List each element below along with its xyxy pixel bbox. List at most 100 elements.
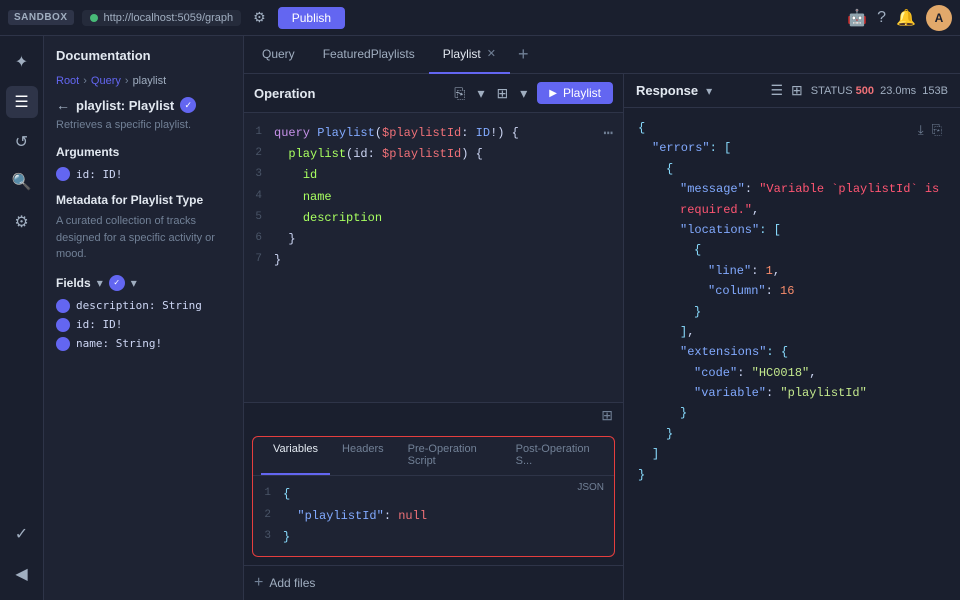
breadcrumb-playlist: playlist bbox=[133, 75, 167, 87]
response-side: Response ▾ ☰ ⊞ STATUS 500 23.0ms 153B ⎘ … bbox=[624, 74, 960, 600]
code-line-7: 7 } bbox=[244, 250, 623, 271]
var-tabs: Variables Headers Pre-Operation Script P… bbox=[253, 437, 614, 476]
response-line-7: "line": 1, bbox=[708, 261, 946, 281]
run-button-label: Playlist bbox=[563, 86, 601, 100]
icon-sidebar: ✦ ☰ ↺ 🔍 ⚙ ✓ ◀ bbox=[0, 36, 44, 600]
code-editor[interactable]: ⋯ 1 query Playlist($playlistId: ID!) { 2… bbox=[244, 113, 623, 402]
download-response-icon[interactable]: ⤓ bbox=[918, 120, 924, 142]
top-bar: SANDBOX http://localhost:5059/graph ⚙ Pu… bbox=[0, 0, 960, 36]
var-code-line-1: 1 { bbox=[253, 484, 614, 505]
sidebar-icon-collapse[interactable]: ◀ bbox=[6, 558, 38, 590]
var-tab-variables[interactable]: Variables bbox=[261, 437, 330, 475]
format-icon[interactable]: ⊞ bbox=[601, 407, 613, 424]
var-code-line-2: 2 "playlistId": null bbox=[253, 506, 614, 527]
fields-down-arrow[interactable]: ▾ bbox=[97, 276, 103, 290]
tab-query[interactable]: Query bbox=[248, 36, 309, 74]
var-tab-post-script[interactable]: Post-Operation S... bbox=[504, 437, 606, 475]
response-line-4: "message": "Variable `playlistId` is req… bbox=[680, 179, 946, 220]
arg-item: id: ID! bbox=[56, 167, 231, 181]
more-options-icon[interactable]: ⋯ bbox=[603, 123, 613, 143]
doc-panel-title: Documentation bbox=[56, 48, 231, 63]
breadcrumb: Root › Query › playlist bbox=[56, 75, 231, 87]
response-line-16: ] bbox=[652, 444, 946, 464]
response-size: 153B bbox=[922, 85, 948, 97]
operation-grid-icon[interactable]: ⊞ bbox=[495, 83, 511, 104]
doc-title: playlist: Playlist bbox=[76, 98, 174, 113]
run-triangle-icon: ▶ bbox=[549, 88, 557, 99]
settings-icon[interactable]: ⚙ bbox=[249, 7, 270, 28]
main-content: Query FeaturedPlaylists Playlist ✕ + Ope… bbox=[244, 36, 960, 600]
sandbox-badge: SANDBOX bbox=[8, 10, 74, 25]
copy-response-icon[interactable]: ⎘ bbox=[932, 120, 942, 142]
var-content[interactable]: JSON 1 { 2 "playlistId": null 3 } bbox=[253, 476, 614, 556]
response-icons: ☰ ⊞ bbox=[770, 82, 802, 99]
doc-subtitle: Retrieves a specific playlist. bbox=[56, 119, 231, 131]
metadata-desc: A curated collection of tracks designed … bbox=[56, 213, 231, 263]
fields-filter-arrow[interactable]: ▾ bbox=[131, 276, 137, 290]
tab-featuredplaylists[interactable]: FeaturedPlaylists bbox=[309, 36, 429, 74]
run-button[interactable]: ▶ Playlist bbox=[537, 82, 613, 104]
copy-operation-icon[interactable]: ⎘ bbox=[452, 83, 467, 104]
response-line-2: "errors": [ bbox=[652, 138, 946, 158]
json-label: JSON bbox=[577, 482, 604, 493]
field-dot bbox=[56, 337, 70, 351]
sidebar-icon-explorer[interactable]: ☰ bbox=[6, 86, 38, 118]
sidebar-icon-settings[interactable]: ⚙ bbox=[6, 206, 38, 238]
code-line-5: 5 description bbox=[244, 208, 623, 229]
sidebar-icon-check[interactable]: ✓ bbox=[6, 518, 38, 550]
doc-panel: Documentation Root › Query › playlist ← … bbox=[44, 36, 244, 600]
add-files-plus-icon: + bbox=[254, 574, 263, 592]
filter-badge[interactable]: ✓ bbox=[109, 275, 125, 291]
response-chevron-icon[interactable]: ▾ bbox=[706, 84, 712, 98]
operation-label: Operation bbox=[254, 86, 444, 101]
tab-playlist[interactable]: Playlist ✕ bbox=[429, 36, 510, 74]
code-line-3: 3 id bbox=[244, 165, 623, 186]
var-tab-pre-script[interactable]: Pre-Operation Script bbox=[396, 437, 504, 475]
response-line-15: } bbox=[666, 424, 946, 444]
operation-chevron-icon[interactable]: ▾ bbox=[475, 83, 486, 104]
response-line-10: ], bbox=[680, 322, 946, 342]
tab-close-icon[interactable]: ✕ bbox=[487, 47, 496, 60]
var-tab-headers[interactable]: Headers bbox=[330, 437, 396, 475]
field-name-text: name: String! bbox=[76, 337, 162, 350]
field-description-text: description: String bbox=[76, 299, 202, 312]
help-icon[interactable]: ? bbox=[877, 9, 886, 27]
status-label: STATUS bbox=[811, 85, 853, 97]
arg-dot bbox=[56, 167, 70, 181]
back-arrow-icon[interactable]: ← bbox=[56, 97, 70, 113]
sidebar-icon-logo[interactable]: ✦ bbox=[6, 46, 38, 78]
breadcrumb-query[interactable]: Query bbox=[91, 75, 121, 87]
url-text: http://localhost:5059/graph bbox=[104, 12, 234, 24]
response-line-6: { bbox=[694, 240, 946, 260]
add-tab-button[interactable]: + bbox=[510, 44, 537, 65]
sidebar-icon-search[interactable]: 🔍 bbox=[6, 166, 38, 198]
response-layout-icon-2[interactable]: ⊞ bbox=[791, 82, 803, 99]
response-layout-icon-1[interactable]: ☰ bbox=[770, 82, 783, 99]
top-bar-right: 🤖 ? 🔔 A bbox=[847, 5, 952, 31]
publish-button[interactable]: Publish bbox=[278, 7, 345, 29]
tabs-bar: Query FeaturedPlaylists Playlist ✕ + bbox=[244, 36, 960, 74]
metadata-title: Metadata for Playlist Type bbox=[56, 193, 231, 207]
field-id: id: ID! bbox=[56, 318, 231, 332]
avatar[interactable]: A bbox=[926, 5, 952, 31]
response-label: Response bbox=[636, 83, 698, 98]
main-layout: ✦ ☰ ↺ 🔍 ⚙ ✓ ◀ Documentation Root › Query… bbox=[0, 36, 960, 600]
breadcrumb-root[interactable]: Root bbox=[56, 75, 79, 87]
sidebar-icon-history[interactable]: ↺ bbox=[6, 126, 38, 158]
operation-more-icon[interactable]: ▾ bbox=[518, 83, 529, 104]
response-line-17: } bbox=[638, 465, 946, 485]
add-files-bar[interactable]: + Add files bbox=[244, 565, 623, 600]
variables-panel: Variables Headers Pre-Operation Script P… bbox=[252, 436, 615, 557]
arg-text: id: ID! bbox=[76, 168, 122, 181]
code-line-1: 1 query Playlist($playlistId: ID!) { bbox=[244, 123, 623, 144]
field-name: name: String! bbox=[56, 337, 231, 351]
response-line-5: "locations": [ bbox=[680, 220, 946, 240]
response-json: ⎘ ⤓ { "errors": [ { "message": "Variable… bbox=[624, 108, 960, 600]
response-line-12: "code": "HC0018", bbox=[694, 363, 946, 383]
response-line-11: "extensions": { bbox=[680, 342, 946, 362]
editor-side: Operation ⎘ ▾ ⊞ ▾ ▶ Playlist ⋯ 1 query P… bbox=[244, 74, 624, 600]
fields-label: Fields bbox=[56, 276, 91, 290]
ai-icon[interactable]: 🤖 bbox=[847, 8, 867, 28]
arguments-title: Arguments bbox=[56, 145, 231, 159]
notification-icon[interactable]: 🔔 bbox=[896, 8, 916, 28]
